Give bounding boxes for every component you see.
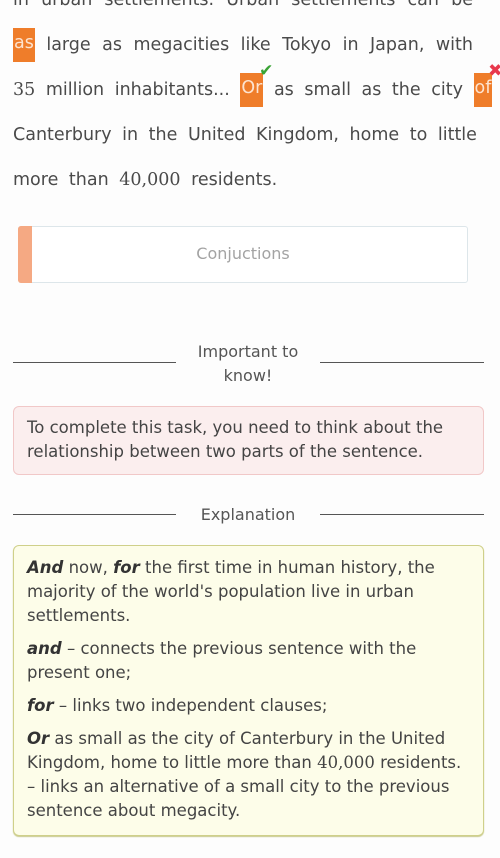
explanation-divider: Explanation: [13, 503, 484, 527]
divider-line: [320, 514, 484, 515]
answer-gap[interactable]: as: [13, 28, 35, 62]
important-notice: To complete this task, you need to think…: [13, 406, 484, 475]
explanation-paragraph: for – links two independent clauses;: [27, 696, 328, 715]
exercise-passage: in urban settlements. Urban settlements …: [13, 0, 500, 203]
topic-label: Conjuctions: [196, 244, 290, 263]
explanation-box: And now, for the first time in human his…: [13, 545, 484, 836]
divider-line: [320, 362, 484, 363]
passage-line: more than 40,000 residents.: [13, 170, 278, 190]
important-divider: Important to know!: [13, 340, 484, 390]
explanation-title: Explanation: [200, 505, 296, 524]
explanation-paragraph: And now, for the first time in human his…: [27, 558, 435, 625]
passage-line: as large as megacities like Tokyo in Jap…: [13, 23, 473, 68]
divider-line: [13, 514, 176, 515]
answer-gap-correct[interactable]: Or ✔: [240, 63, 273, 107]
explanation-paragraph: and – connects the previous sentence wit…: [27, 639, 417, 682]
answer-gap-incorrect[interactable]: of ✖: [473, 63, 500, 107]
divider-line: [13, 362, 176, 363]
explanation-paragraph: Or as small as the city of Canterbury in…: [27, 729, 462, 820]
passage-line: Canterbury in the United Kingdom, home t…: [13, 125, 477, 145]
important-title: Important to know!: [197, 342, 299, 385]
passage-line: in urban settlements. Urban settlements …: [13, 0, 473, 10]
topic-card: Conjuctions: [18, 226, 468, 283]
checkmark-icon: ✔: [259, 61, 274, 81]
cross-icon: ✖: [488, 61, 500, 81]
passage-line: 35 million inhabitants... Or ✔ as small a…: [13, 63, 500, 113]
